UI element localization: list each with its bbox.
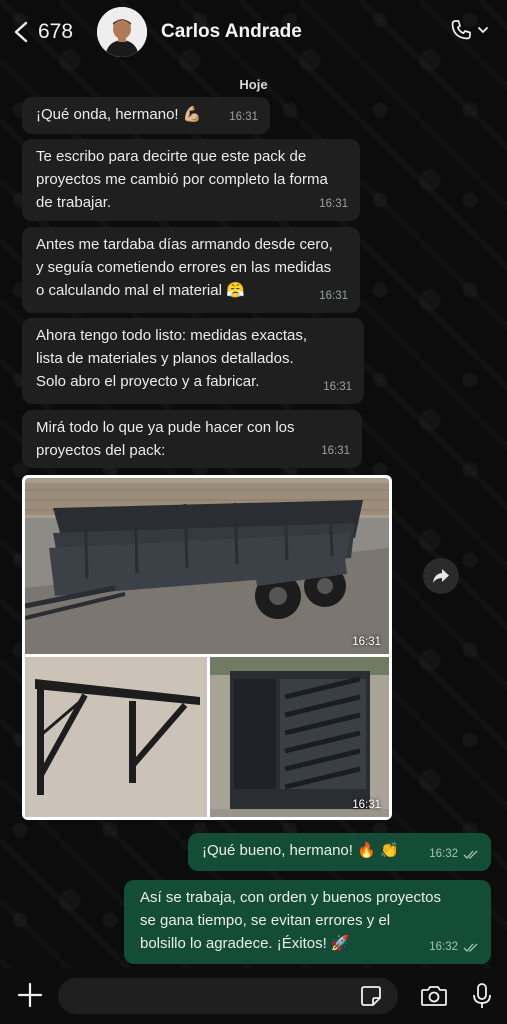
message-time-outgoing: 16:32 — [429, 936, 479, 959]
message-time-outgoing: 16:32 — [429, 843, 479, 866]
date-chip: Hoje — [239, 77, 268, 92]
message-text-line: Mirá todo lo que ya pude hacer con los — [36, 419, 295, 436]
message-text-line: Antes me tardaba días armando desde cero… — [36, 236, 333, 253]
message-text-line: Te escribo para decirte que este pack de — [36, 148, 307, 165]
message-text-line: Ahora tengo todo listo: medidas exactas, — [36, 327, 307, 344]
back-button[interactable]: 678 — [12, 20, 73, 44]
bracket-shelf-photo[interactable] — [25, 657, 207, 817]
avatar[interactable] — [97, 7, 148, 57]
message-text-line: lista de materiales y planos detallados. — [36, 350, 294, 367]
camera-icon — [421, 986, 447, 1006]
message-time: 16:31 — [323, 381, 352, 393]
message-time: 16:32 — [429, 848, 458, 860]
message-bubble[interactable]: ¡Qué onda, hermano! 💪🏼 16:31 — [22, 97, 270, 134]
message-text-line: o calculando mal el material 😤 — [36, 282, 245, 299]
unread-count: 678 — [38, 20, 74, 43]
message-text-line: proyectos me cambió por completo la form… — [36, 171, 328, 188]
mic-icon — [473, 983, 491, 1008]
message-bubble[interactable]: Ahora tengo todo listo: medidas exactas,… — [22, 318, 364, 404]
gate-photo[interactable]: 16:31 — [210, 657, 389, 817]
image-time: 16:31 — [352, 636, 381, 648]
message-text-line: Solo abro el proyecto y a fabricar. — [36, 373, 260, 390]
image-time: 16:31 — [352, 799, 381, 811]
chevron-down-icon — [478, 27, 488, 34]
attach-button[interactable] — [17, 982, 43, 1013]
phone-icon — [451, 20, 471, 40]
sticker-button[interactable] — [360, 985, 382, 1012]
plus-icon — [17, 982, 43, 1008]
message-text-line: y seguía cometiendo errores en las medid… — [36, 259, 332, 276]
message-time: 16:31 — [319, 198, 348, 210]
message-bubble[interactable]: Antes me tardaba días armando desde cero… — [22, 227, 360, 313]
double-check-icon — [463, 850, 478, 859]
message-text-line: se gana tiempo, se evitan errores y el — [140, 912, 391, 929]
sticker-icon — [361, 986, 381, 1006]
message-text-line: Así se trabaja, con orden y buenos proye… — [140, 889, 442, 906]
message-text-line: de trabajar. — [36, 194, 112, 211]
trailer-photo[interactable]: 16:31 — [25, 478, 389, 654]
image-album[interactable]: 16:31 16:31 — [22, 475, 392, 820]
call-button[interactable] — [449, 18, 489, 42]
composer-bar — [0, 968, 507, 1024]
message-text: ¡Qué onda, hermano! 💪🏼 — [36, 106, 202, 123]
chat-header: 678 Carlos Andrade — [0, 0, 507, 64]
forward-icon — [433, 569, 449, 583]
mic-button[interactable] — [472, 982, 492, 1015]
message-bubble-outgoing[interactable]: ¡Qué bueno, hermano! 🔥 👏 16:32 — [188, 833, 491, 871]
message-bubble[interactable]: Mirá todo lo que ya pude hacer con los p… — [22, 410, 362, 468]
forward-button[interactable] — [423, 558, 459, 594]
message-bubble-outgoing[interactable]: Así se trabaja, con orden y buenos proye… — [124, 880, 491, 964]
message-input[interactable] — [58, 978, 398, 1014]
message-time: 16:31 — [319, 290, 348, 302]
message-time: 16:31 — [321, 445, 350, 457]
message-time: 16:31 — [229, 111, 258, 123]
contact-name[interactable]: Carlos Andrade — [161, 21, 302, 43]
message-text-line: bolsillo lo agradece. ¡Éxitos! 🚀 — [140, 935, 350, 952]
camera-button[interactable] — [420, 984, 448, 1013]
message-time: 16:32 — [429, 941, 458, 953]
message-text-line: proyectos del pack: — [36, 442, 166, 459]
double-check-icon — [463, 943, 478, 952]
chevron-left-icon — [14, 21, 28, 43]
message-bubble[interactable]: Te escribo para decirte que este pack de… — [22, 139, 360, 221]
